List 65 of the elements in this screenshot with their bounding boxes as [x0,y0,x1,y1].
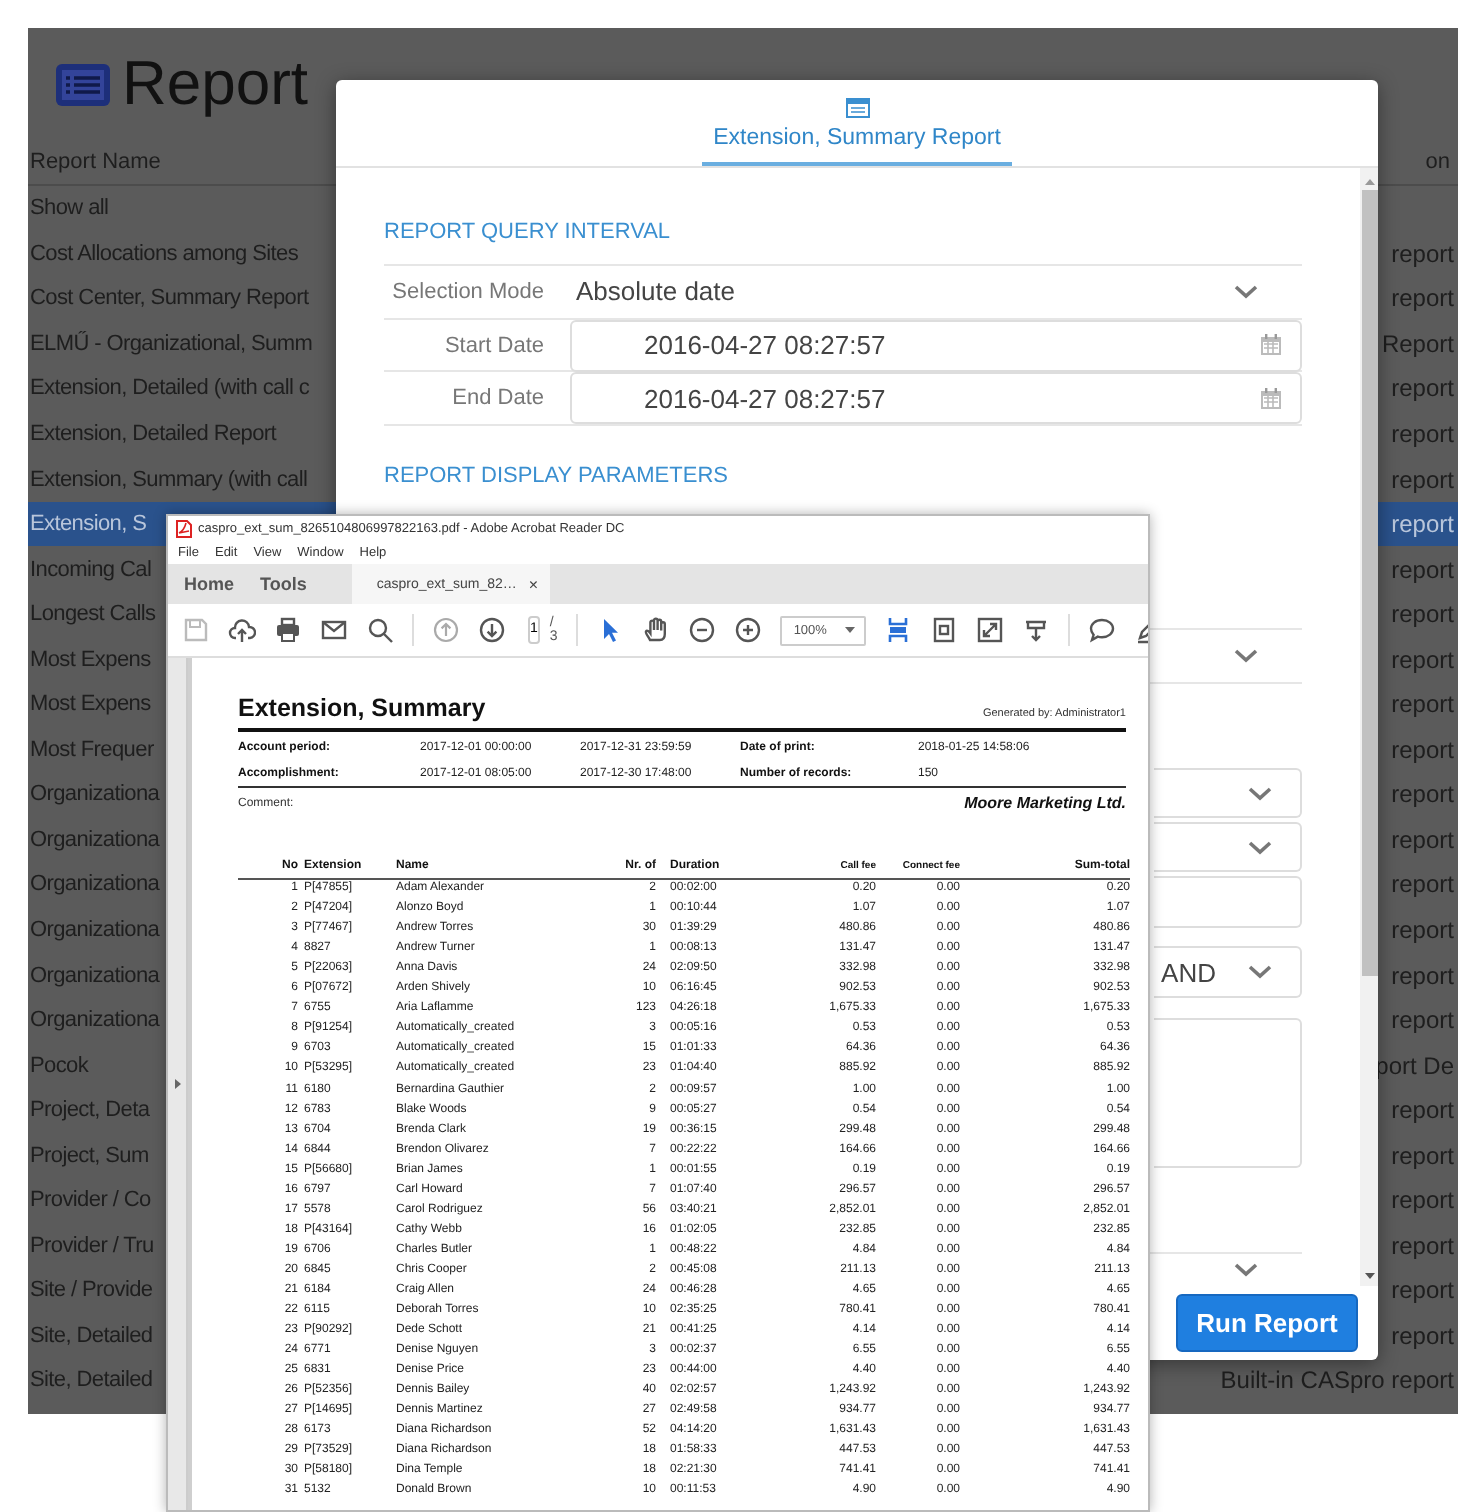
hand-icon[interactable] [641,616,670,644]
list-icon [56,63,110,105]
print-icon[interactable] [274,616,302,644]
nav-tab[interactable]: Home [184,564,235,604]
table-cell: Extension, S [28,512,147,537]
table-cell: Cost Allocations among Sites [28,241,299,266]
zoom-out-icon[interactable] [687,616,716,644]
fit-page-icon[interactable] [884,616,913,644]
comment-icon[interactable] [1088,616,1117,644]
company-name: Moore Marketing Ltd. [964,794,1126,812]
chevron-down-icon[interactable] [1234,283,1258,300]
scroll-down-icon [1361,1270,1377,1282]
field-label: Start Date [442,333,544,358]
calendar-icon[interactable] [1260,387,1282,410]
mail-icon[interactable] [320,616,348,644]
date-value: 2016-04-27 08:27:57 [644,330,886,361]
zoom-in-icon[interactable] [733,616,762,644]
select-field[interactable] [1154,768,1302,819]
nav-tab[interactable]: Tools [260,564,307,604]
chevron-down-icon[interactable] [1234,648,1258,665]
field-label: End Date [450,386,544,411]
close-tab-button[interactable]: × [528,575,539,593]
table-cell: Most Expens [28,647,151,672]
chevron-down-icon[interactable] [1248,785,1272,802]
window-icon [845,98,869,118]
stamp-icon[interactable] [1022,616,1051,644]
table-cell-text: report [1391,645,1456,674]
report-title: Extension, Summary [238,694,486,722]
date-field[interactable]: 2016-04-27 08:27:57 [570,372,1302,425]
input-field[interactable] [1154,876,1302,929]
section-title: REPORT QUERY INTERVAL [384,218,673,248]
chevron-down-icon[interactable] [1248,839,1272,856]
section-title: REPORT DISPLAY PARAMETERS [384,462,730,493]
table-cell: Organizationa [28,827,160,852]
table-cell-text: report [1391,825,1456,854]
run-report-button[interactable]: Run Report [1176,1294,1358,1352]
page-title: Report [122,48,309,120]
calendar-icon[interactable] [1260,334,1282,357]
date-value: 2016-04-27 08:27:57 [644,383,886,414]
arrow-down-circle-icon[interactable] [478,616,506,644]
select-value: Absolute date [576,276,736,307]
chevron-down-icon[interactable] [1234,1262,1258,1279]
column-header[interactable]: Report Name [28,150,169,174]
arrow-up-circle-icon[interactable] [432,616,460,644]
scrollbar-thumb[interactable] [1361,190,1377,976]
select-field[interactable]: AND [1154,946,1302,999]
expand-icon[interactable] [976,616,1005,644]
select-field[interactable] [1154,822,1302,873]
caret-icon [844,626,857,634]
table-cell-text: report [1391,239,1456,268]
expand-arrow-icon[interactable] [173,1078,181,1090]
cloud-upload-icon[interactable] [228,616,256,644]
scrollbar[interactable] [1360,168,1378,1286]
table-cell-text: report [1391,420,1456,448]
field-label: Selection Mode [390,279,544,304]
date-field[interactable]: 2016-04-27 08:27:57 [570,319,1302,372]
table-cell-text: report [1391,510,1456,539]
column-header[interactable]: on [1423,150,1458,174]
chevron-down-icon[interactable] [1248,964,1272,981]
tab[interactable]: Extension, Summary Report [701,126,1013,166]
search-icon[interactable] [366,616,394,644]
table-cell: Extension, Detailed Report [28,422,277,446]
select-value: AND [1161,957,1216,988]
select-field[interactable]: Absolute date [544,276,1302,307]
page-icon[interactable] [930,616,959,644]
